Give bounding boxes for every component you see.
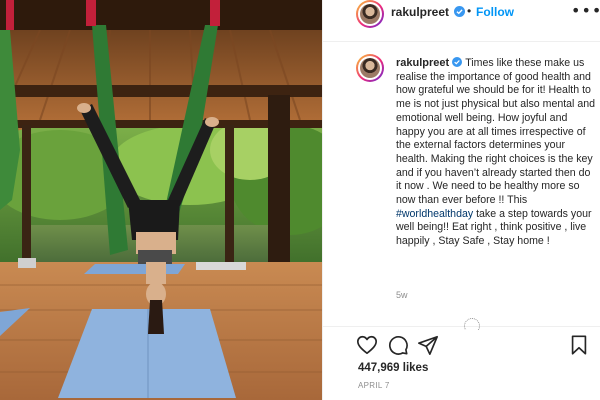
- post-side-panel: rakulpreet • Follow ••• rakulpreet Times …: [322, 0, 600, 400]
- caption-text: rakulpreet Times like these make us reali…: [396, 57, 596, 249]
- profile-photo: [360, 4, 380, 24]
- post-photo[interactable]: [0, 0, 322, 400]
- action-bar: [323, 328, 600, 364]
- caption-comment: rakulpreet Times like these make us reali…: [323, 43, 600, 330]
- hashtag-link[interactable]: #worldhealthday: [396, 208, 473, 220]
- profile-photo: [360, 58, 380, 78]
- avatar[interactable]: [356, 0, 384, 28]
- separator-dot: •: [467, 4, 472, 18]
- caption-time-ago[interactable]: 5w: [396, 290, 408, 300]
- header-username[interactable]: rakulpreet: [391, 5, 449, 19]
- comment-icon[interactable]: [387, 334, 409, 356]
- caption-body-start: Times like these make us realise the imp…: [396, 57, 596, 207]
- caption-username[interactable]: rakulpreet: [396, 57, 449, 69]
- more-options-icon[interactable]: •••: [571, 1, 600, 20]
- caption-avatar[interactable]: [356, 54, 384, 82]
- heart-icon[interactable]: [356, 334, 378, 356]
- post-header: rakulpreet • Follow •••: [323, 0, 600, 42]
- follow-button[interactable]: Follow: [476, 5, 514, 19]
- bookmark-icon[interactable]: [568, 334, 590, 356]
- verified-badge-icon: [454, 6, 465, 17]
- post-date[interactable]: APRIL 7: [358, 381, 390, 390]
- instagram-post: rakulpreet • Follow ••• rakulpreet Times …: [0, 0, 600, 400]
- paper-plane-icon[interactable]: [417, 334, 439, 356]
- verified-badge-icon: [452, 57, 463, 67]
- likes-count[interactable]: 447,969 likes: [358, 362, 428, 374]
- aerial-yoga-photo: [0, 0, 322, 400]
